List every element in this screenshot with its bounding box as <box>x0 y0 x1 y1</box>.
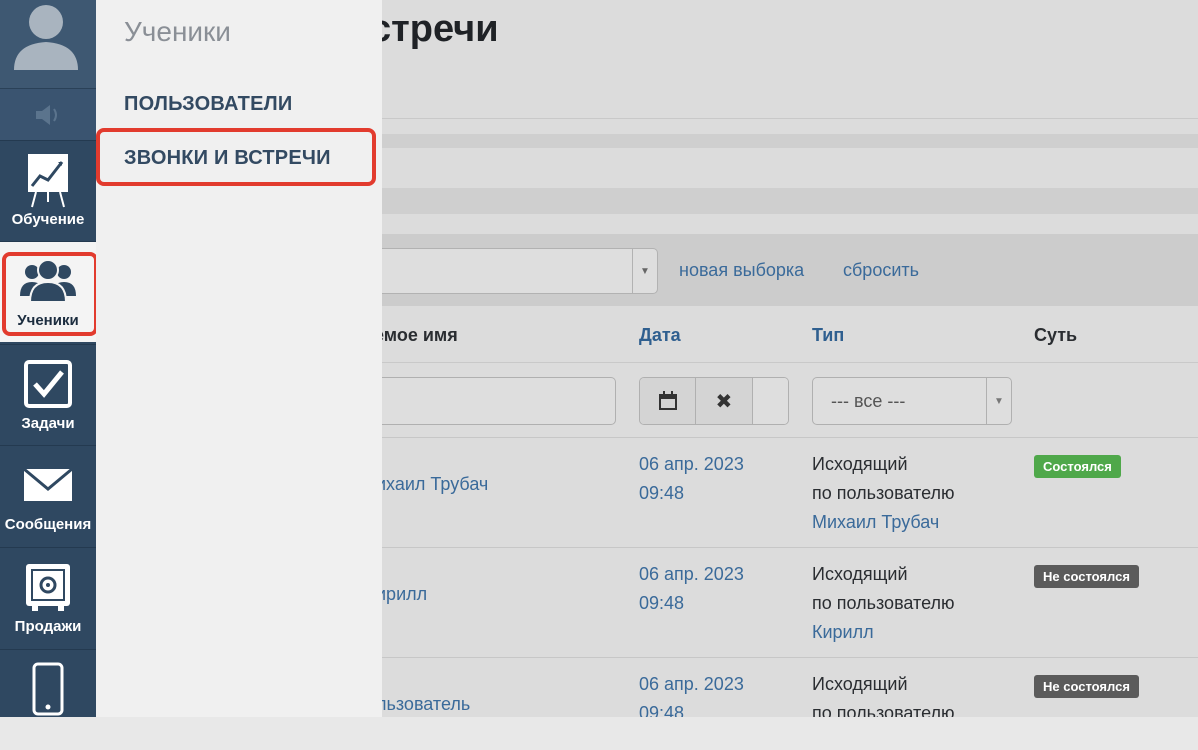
sidebar-item-label: Сообщения <box>4 516 92 533</box>
students-submenu: Ученики ПОЛЬЗОВАТЕЛИ ЗВОНКИ И ВСТРЕЧИ <box>96 0 382 717</box>
submenu-item-users[interactable]: ПОЛЬЗОВАТЕЛИ <box>124 93 292 116</box>
calls-highlight-frame <box>96 128 376 186</box>
mobile-phone-icon <box>32 662 64 716</box>
sidebar-item-label: Продажи <box>14 618 82 635</box>
dim-overlay <box>382 0 1198 717</box>
sidebar-item-label: Задачи <box>21 415 75 432</box>
main-content: стречи ▼ новая выборка сбросить емое имя… <box>382 0 1198 717</box>
avatar-icon <box>14 5 78 70</box>
sidebar-item-learning[interactable]: Обучение <box>0 140 96 241</box>
submenu-title: Ученики <box>124 16 231 47</box>
chart-board-icon <box>28 154 68 208</box>
checkbox-icon <box>24 360 72 408</box>
safe-icon <box>26 564 70 611</box>
sidebar-item-sales[interactable]: Продажи <box>0 547 96 648</box>
envelope-icon <box>23 467 73 501</box>
sidebar-item-label: Обучение <box>11 211 85 228</box>
sidebar-item-mobile[interactable] <box>0 649 96 750</box>
students-highlight-frame <box>2 252 98 336</box>
sound-button[interactable] <box>0 88 96 141</box>
sidebar-item-tasks[interactable]: Задачи <box>0 344 96 445</box>
user-avatar[interactable] <box>0 0 96 88</box>
main-sidebar: Обучение Ученики Задачи Сообщения Продаж… <box>0 0 98 717</box>
sidebar-item-messages[interactable]: Сообщения <box>0 445 96 546</box>
speaker-icon <box>36 105 57 125</box>
